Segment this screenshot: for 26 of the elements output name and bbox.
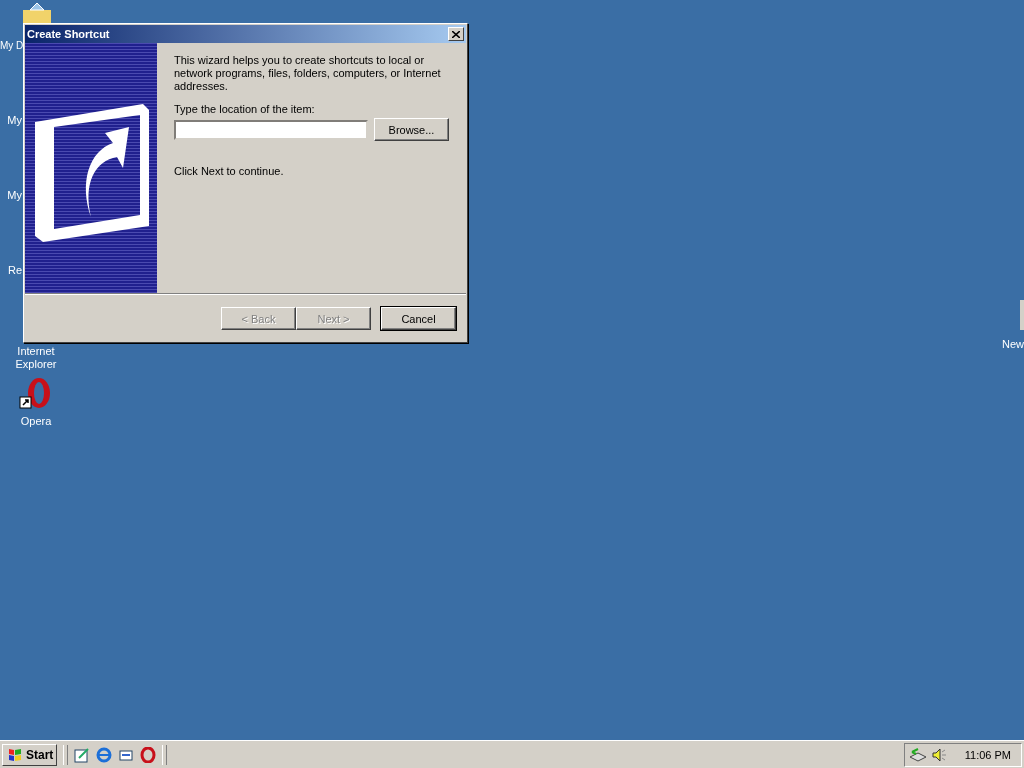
- internet-explorer-icon[interactable]: [96, 746, 113, 763]
- desktop-icon-label[interactable]: Re: [0, 264, 22, 277]
- windows-logo-icon: [6, 747, 24, 762]
- desktop-icon-label[interactable]: Opera: [6, 415, 66, 428]
- desktop-icon-label[interactable]: New: [990, 338, 1024, 351]
- desktop-icon-label[interactable]: My: [0, 114, 22, 127]
- desktop-icon-label[interactable]: My: [0, 189, 22, 202]
- start-button[interactable]: Start: [2, 743, 58, 766]
- folder-icon[interactable]: [22, 2, 52, 24]
- browse-button[interactable]: Browse...: [374, 118, 449, 141]
- opera-shortcut-icon[interactable]: [19, 377, 53, 411]
- location-field[interactable]: [174, 119, 368, 140]
- desktop-icon-label[interactable]: Internet Explorer: [6, 345, 66, 371]
- wizard-button[interactable]: Cancel: [381, 307, 456, 330]
- desktop-icon-label[interactable]: My D: [0, 39, 24, 52]
- intro-text: This wizard helps you to create shortcuts to local or network programs, files, folders, computers, or Internet addresses.: [174, 54, 442, 93]
- window-title: Create Shortcut: [27, 28, 110, 40]
- close-button[interactable]: [448, 27, 464, 41]
- hint-text: Click Next to continue.: [174, 165, 285, 177]
- notepad-icon[interactable]: [74, 746, 91, 763]
- network-icon[interactable]: [908, 746, 927, 763]
- speaker-icon[interactable]: [930, 746, 947, 763]
- clock[interactable]: 11:06 PM: [964, 748, 1011, 761]
- location-label: Type the location of the item:: [174, 103, 316, 115]
- close-icon: [452, 30, 460, 38]
- opera-icon[interactable]: [140, 746, 157, 763]
